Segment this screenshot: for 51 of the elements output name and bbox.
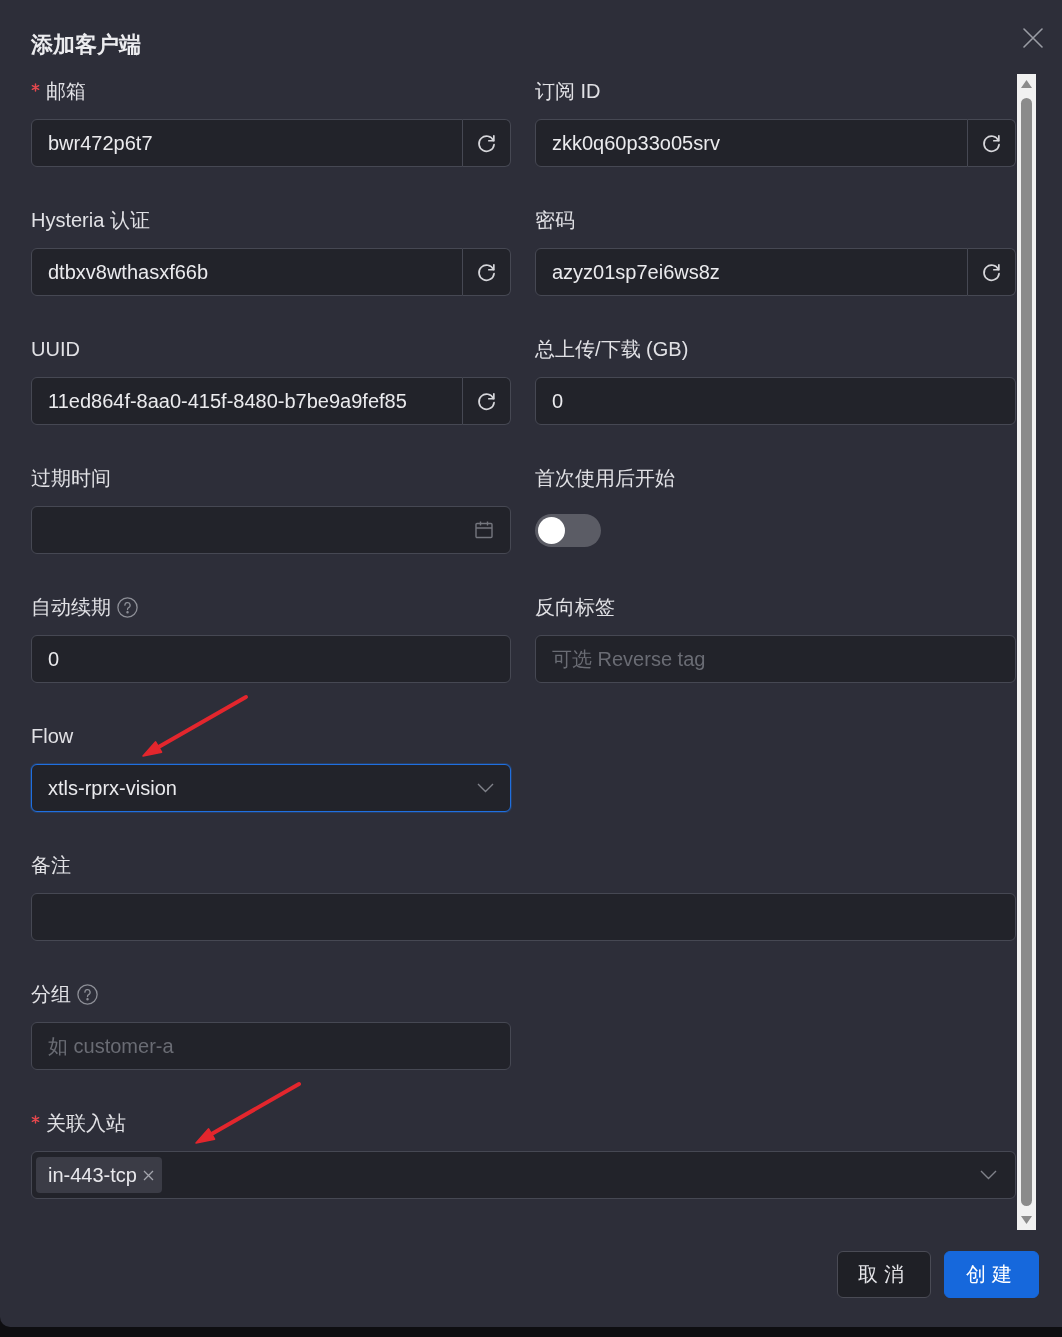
field-label: UUID bbox=[31, 337, 80, 362]
field-label: Flow bbox=[31, 724, 74, 749]
scrollbar[interactable] bbox=[1017, 74, 1036, 1230]
field-label: 密码 bbox=[535, 208, 575, 233]
primary-button[interactable]: 创建 bbox=[944, 1251, 1039, 1298]
help-icon[interactable] bbox=[77, 983, 98, 1005]
field-label: 订阅 ID bbox=[535, 79, 601, 104]
field-label: 备注 bbox=[31, 853, 71, 878]
field-label: 关联入站 bbox=[46, 1111, 126, 1136]
refresh-icon bbox=[476, 261, 497, 283]
toggle-switch[interactable] bbox=[535, 513, 601, 547]
chevron-down-icon bbox=[477, 783, 494, 793]
refresh-button[interactable] bbox=[463, 377, 511, 425]
refresh-icon bbox=[981, 261, 1002, 283]
field-label: Hysteria 认证 bbox=[31, 208, 150, 233]
input-field[interactable]: 0 bbox=[31, 635, 511, 683]
refresh-button[interactable] bbox=[968, 119, 1016, 167]
input-field[interactable]: 0 bbox=[535, 377, 1016, 425]
refresh-icon bbox=[476, 390, 497, 412]
refresh-icon bbox=[981, 132, 1002, 154]
input-field[interactable]: azyz01sp7ei6ws8z bbox=[535, 248, 968, 296]
input-field[interactable] bbox=[31, 893, 1016, 941]
field-label: 首次使用后开始 bbox=[535, 466, 675, 491]
scrollbar-thumb[interactable] bbox=[1021, 98, 1032, 1206]
field-label: 总上传/下载 (GB) bbox=[535, 337, 689, 362]
scroll-down-icon[interactable] bbox=[1021, 1216, 1032, 1224]
field-label: 反向标签 bbox=[535, 595, 615, 620]
help-icon[interactable] bbox=[117, 596, 138, 618]
date-field[interactable] bbox=[31, 506, 511, 554]
input-field[interactable]: zkk0q60p33o05srv bbox=[535, 119, 968, 167]
refresh-icon bbox=[476, 132, 497, 154]
calendar-icon bbox=[474, 520, 494, 540]
dialog-title: 添加客户端 bbox=[31, 31, 141, 59]
chevron-down-icon bbox=[980, 1170, 997, 1180]
input-field[interactable]: 11ed864f-8aa0-415f-8480-b7be9a9fef85 bbox=[31, 377, 463, 425]
refresh-button[interactable] bbox=[968, 248, 1016, 296]
tag-text: in-443-tcp bbox=[48, 1163, 137, 1187]
default-button[interactable]: 取消 bbox=[837, 1251, 931, 1298]
refresh-button[interactable] bbox=[463, 119, 511, 167]
multi-select-field[interactable]: in-443-tcp bbox=[31, 1151, 1016, 1199]
field-label: 分组 bbox=[31, 982, 71, 1007]
refresh-button[interactable] bbox=[463, 248, 511, 296]
select-field[interactable]: xtls-rprx-vision bbox=[31, 764, 511, 812]
input-field[interactable]: bwr472p6t7 bbox=[31, 119, 463, 167]
close-icon[interactable] bbox=[142, 1169, 154, 1181]
field-label: 邮箱 bbox=[46, 79, 86, 104]
close-icon[interactable] bbox=[1023, 28, 1043, 48]
input-field[interactable]: dtbxv8wthasxf66b bbox=[31, 248, 463, 296]
field-label: 过期时间 bbox=[31, 466, 111, 491]
scroll-up-icon[interactable] bbox=[1021, 80, 1032, 88]
field-label: 自动续期 bbox=[31, 595, 111, 620]
